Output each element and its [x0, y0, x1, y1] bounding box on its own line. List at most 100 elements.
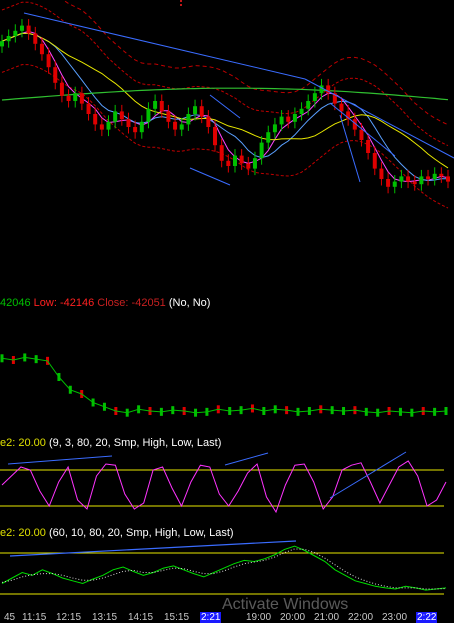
candle-body — [406, 176, 411, 182]
candle-body — [53, 67, 58, 83]
stochastic-slow-panel[interactable] — [0, 540, 447, 595]
stoch-fast-trendline-1 — [7, 455, 113, 465]
candle-body — [232, 155, 237, 166]
trendline-short-2 — [189, 167, 231, 186]
candle-body — [339, 103, 344, 112]
volume-panel[interactable] — [0, 353, 448, 417]
candle-body — [193, 106, 198, 114]
candle-body — [173, 121, 178, 130]
time-tick: 22:00 — [348, 612, 374, 623]
candle-body — [206, 116, 211, 127]
candle-body — [239, 155, 244, 164]
candle-body — [286, 116, 291, 122]
candle-body — [379, 168, 384, 179]
activate-windows-watermark: Activate Windows — [222, 596, 349, 613]
volume-line — [1, 356, 447, 414]
time-tick: 14:15 — [128, 612, 154, 623]
ohlc-low-label: Low: — [33, 297, 57, 309]
candle-body — [299, 108, 304, 114]
candle-body — [226, 160, 231, 166]
candle-body — [33, 33, 38, 44]
trendline-main — [23, 12, 306, 80]
candle-body — [93, 114, 98, 125]
candle-body — [66, 95, 71, 101]
ohlc-close-label: Close: — [97, 297, 129, 309]
candle-body — [59, 82, 64, 96]
candle-body — [312, 93, 317, 101]
candle-body — [306, 101, 311, 109]
envelope-lower — [1, 64, 449, 209]
candle-body — [153, 101, 158, 109]
candle-body — [372, 153, 377, 169]
candle-body — [186, 114, 191, 125]
time-tick: 12:15 — [56, 612, 82, 623]
candle-body — [73, 93, 78, 101]
candle-body — [99, 124, 104, 130]
time-tick: 15:15 — [164, 612, 190, 623]
candle-body — [146, 108, 151, 122]
stochastic-fast-header: e2: 20.00 (9, 3, 80, 20, Smp, High, Low,… — [0, 437, 221, 450]
candle-body — [159, 101, 164, 112]
stochastic-slow-key: e2: 20.00 — [0, 527, 46, 539]
stochastic-fast-key: e2: 20.00 — [0, 437, 46, 449]
time-tick: 23:00 — [382, 612, 408, 623]
candle-body — [119, 111, 124, 120]
candle-body — [19, 25, 24, 31]
stoch-slow-d-line — [1, 548, 447, 590]
candle-body — [246, 163, 251, 169]
candle-body — [219, 145, 224, 161]
ohlc-low-value: -42146 — [59, 297, 95, 309]
candle-body — [366, 140, 371, 153]
candle-body — [179, 124, 184, 130]
candle-body — [426, 176, 431, 179]
candle-body — [139, 121, 144, 133]
ohlc-readout: 42046 Low: -42146 Close: -42051 (No, No) — [0, 297, 210, 310]
candle-body — [106, 121, 111, 130]
candle-body — [126, 119, 131, 127]
ohlc-high-value: 42046 — [0, 297, 31, 309]
candle-body — [399, 176, 404, 182]
candle-body — [13, 30, 18, 36]
candle-body — [166, 111, 171, 122]
candle-body — [392, 181, 397, 187]
candle-body — [266, 132, 271, 143]
candle-body — [432, 173, 437, 179]
ohlc-flags: (No, No) — [168, 297, 211, 309]
candle-body — [6, 36, 11, 42]
candle-body — [0, 41, 4, 47]
candle-body — [359, 129, 364, 140]
stochastic-fast-panel[interactable] — [0, 451, 447, 514]
candle-body — [412, 181, 417, 185]
time-tick: 13:15 — [92, 612, 118, 623]
candle-body — [86, 103, 91, 114]
price-panel[interactable] — [0, 0, 454, 209]
time-tick: 45 — [4, 612, 16, 623]
ohlc-close-value: -42051 — [131, 297, 166, 309]
stoch-slow-trendline — [9, 540, 297, 557]
candle-body — [446, 176, 450, 182]
candle-body — [279, 116, 284, 125]
candle-body — [199, 106, 204, 117]
candle-body — [133, 127, 138, 133]
candle-body — [79, 93, 84, 104]
time-tick: 2:21 — [200, 612, 222, 623]
time-tick: 11:15 — [22, 612, 47, 623]
stoch-fast-trendline-2 — [224, 452, 269, 466]
candle-body — [386, 179, 391, 187]
candle-body — [439, 173, 444, 177]
candle-body — [46, 54, 51, 68]
trendline-continuation — [304, 78, 454, 159]
candle-body — [252, 158, 257, 169]
candle-body — [39, 43, 44, 55]
candle-body — [26, 25, 31, 34]
time-tick: 2:22 — [416, 612, 438, 623]
candle-body — [292, 114, 297, 122]
candle-body — [213, 127, 218, 146]
candle-body — [113, 111, 118, 122]
candle-body — [259, 142, 264, 159]
candle-body — [272, 124, 277, 133]
stochastic-slow-params: (60, 10, 80, 20, Smp, High, Low, Last) — [48, 527, 234, 539]
stochastic-fast-params: (9, 3, 80, 20, Smp, High, Low, Last) — [48, 437, 222, 449]
stochastic-slow-header: e2: 20.00 (60, 10, 80, 20, Smp, High, Lo… — [0, 527, 234, 540]
candle-body — [419, 176, 424, 185]
